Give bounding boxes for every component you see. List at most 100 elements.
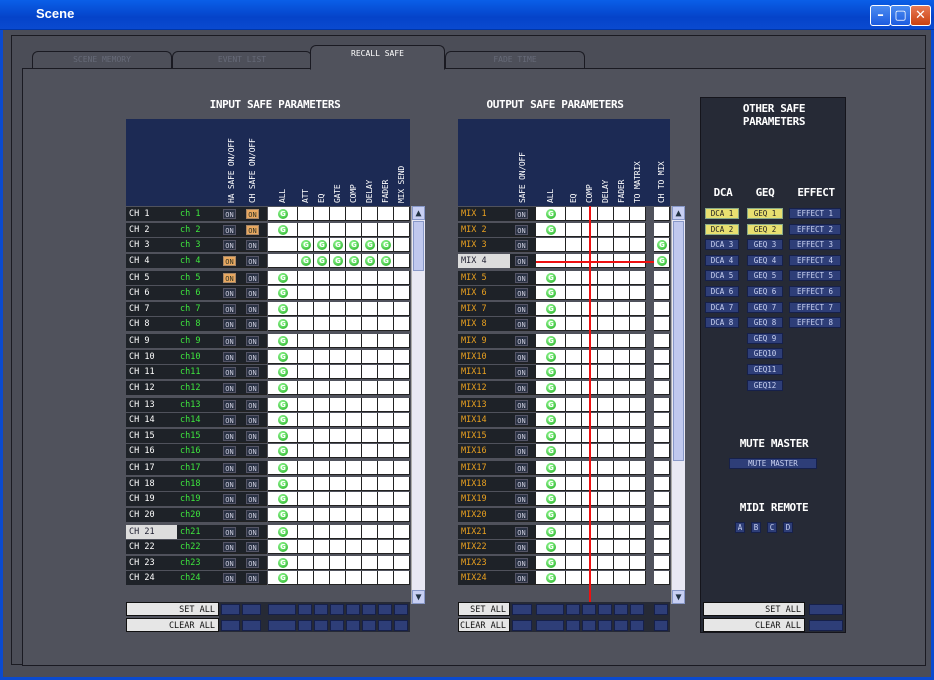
safe-param-cell[interactable] [566, 365, 582, 379]
safe-param-cell[interactable] [378, 461, 394, 475]
safe-param-cell[interactable] [346, 270, 362, 285]
safe-param-cell[interactable] [614, 301, 630, 316]
ha-safe-toggle[interactable]: ON [223, 255, 236, 266]
safe-param-cell[interactable] [314, 428, 330, 443]
safe-param-cell[interactable] [598, 286, 614, 300]
channel-label[interactable]: CH 2 [126, 222, 177, 237]
safe-param-cell[interactable] [330, 413, 346, 427]
mix-safe-toggle[interactable]: ON [515, 351, 528, 362]
effect-safe-button[interactable]: EFFECT 3 [789, 239, 841, 251]
mix-label[interactable]: MIX24 [458, 571, 510, 585]
safe-param-cell[interactable] [378, 555, 394, 570]
safe-param-cell[interactable] [378, 380, 394, 395]
safe-param-cell[interactable] [394, 397, 410, 412]
column-safe-all-cell[interactable] [221, 620, 240, 631]
safe-param-cell[interactable] [566, 207, 582, 221]
safe-param-cell[interactable] [362, 444, 378, 458]
safe-param-cell[interactable] [298, 222, 314, 237]
safe-param-cell[interactable] [378, 301, 394, 316]
safe-param-cell[interactable] [394, 540, 410, 554]
safe-param-cell[interactable] [614, 507, 630, 522]
mix-safe-toggle[interactable]: ON [515, 557, 528, 568]
safe-param-cell[interactable] [298, 270, 314, 285]
safe-param-cell[interactable] [362, 365, 378, 379]
safe-param-cell[interactable] [566, 507, 582, 522]
channel-label[interactable]: CH 5 [126, 270, 177, 285]
safe-param-cell[interactable] [362, 555, 378, 570]
other-set-all-cell[interactable] [809, 604, 843, 615]
other-clear-all-cell[interactable] [809, 620, 843, 631]
safe-param-cell[interactable] [614, 540, 630, 554]
safe-param-cell[interactable] [654, 461, 670, 475]
safe-param-cell[interactable] [314, 207, 330, 221]
safe-param-cell[interactable] [346, 571, 362, 585]
safe-param-cell[interactable] [314, 380, 330, 395]
safe-param-cell[interactable] [362, 380, 378, 395]
output-scrollbar[interactable]: ▲ ▼ [671, 206, 685, 604]
safe-param-cell[interactable] [362, 397, 378, 412]
ha-safe-toggle[interactable]: ON [223, 382, 236, 393]
safe-param-cell[interactable] [346, 286, 362, 300]
safe-param-cell[interactable] [598, 301, 614, 316]
column-safe-all-cell[interactable] [268, 620, 296, 631]
ch-safe-toggle[interactable]: ON [246, 319, 259, 329]
safe-param-cell[interactable] [566, 476, 582, 491]
safe-param-cell[interactable] [598, 222, 614, 237]
safe-param-cell[interactable] [330, 270, 346, 285]
safe-param-cell[interactable] [654, 571, 670, 585]
safe-param-cell[interactable] [362, 492, 378, 506]
safe-param-cell[interactable] [378, 476, 394, 491]
safe-param-cell[interactable] [330, 397, 346, 412]
safe-param-cell[interactable] [346, 524, 362, 539]
safe-param-cell[interactable] [314, 286, 330, 300]
channel-label[interactable]: CH 7 [126, 301, 177, 316]
ch-safe-toggle[interactable]: ON [246, 351, 259, 362]
safe-param-cell[interactable] [378, 507, 394, 522]
safe-param-cell[interactable] [630, 270, 646, 285]
safe-param-cell[interactable] [394, 365, 410, 379]
mix-safe-toggle[interactable]: ON [515, 399, 528, 410]
column-safe-all-cell[interactable] [221, 604, 240, 615]
safe-param-cell[interactable] [654, 380, 670, 395]
safe-param-cell[interactable] [378, 571, 394, 585]
safe-param-cell[interactable] [298, 507, 314, 522]
minimize-button[interactable]: – [870, 5, 891, 26]
safe-param-cell[interactable] [394, 286, 410, 300]
dca-safe-button[interactable]: DCA 6 [705, 286, 739, 297]
effect-safe-button[interactable]: EFFECT 6 [789, 286, 841, 297]
mix-safe-toggle[interactable]: ON [515, 224, 528, 235]
ha-safe-toggle[interactable]: ON [223, 351, 236, 362]
ha-safe-toggle[interactable]: ON [223, 399, 236, 410]
dca-safe-button[interactable]: DCA 5 [705, 270, 739, 282]
safe-param-cell[interactable] [330, 349, 346, 364]
mix-label[interactable]: MIX18 [458, 476, 510, 491]
safe-param-cell[interactable] [330, 222, 346, 237]
column-safe-all-cell[interactable] [614, 604, 628, 615]
safe-param-cell[interactable] [314, 334, 330, 348]
safe-param-cell[interactable] [394, 476, 410, 491]
ha-safe-toggle[interactable]: ON [223, 272, 236, 283]
column-safe-all-cell[interactable] [566, 604, 580, 615]
safe-param-cell[interactable] [654, 444, 670, 458]
column-safe-all-cell[interactable] [394, 604, 408, 615]
mix-label[interactable]: MIX21 [458, 524, 510, 539]
safe-param-cell[interactable] [330, 492, 346, 506]
safe-param-cell[interactable] [394, 444, 410, 458]
scroll-down-icon[interactable]: ▼ [672, 590, 685, 604]
safe-param-cell[interactable] [314, 461, 330, 475]
safe-param-cell[interactable] [330, 365, 346, 379]
mix-label[interactable]: MIX 3 [458, 238, 510, 252]
ch-safe-toggle[interactable]: ON [246, 542, 259, 552]
column-safe-all-cell[interactable] [330, 604, 344, 615]
ch-safe-toggle[interactable]: ON [246, 573, 259, 583]
channel-label[interactable]: CH 24 [126, 571, 177, 585]
tab-recall-safe[interactable]: RECALL SAFE [310, 45, 445, 70]
geq-safe-button[interactable]: GEQ 3 [747, 239, 783, 251]
column-safe-all-cell[interactable] [536, 604, 564, 615]
scroll-down-icon[interactable]: ▼ [412, 590, 425, 604]
safe-param-cell[interactable] [378, 270, 394, 285]
safe-param-cell[interactable] [330, 444, 346, 458]
column-safe-all-cell[interactable] [394, 620, 408, 631]
safe-param-cell[interactable] [346, 317, 362, 331]
safe-param-cell[interactable] [362, 301, 378, 316]
